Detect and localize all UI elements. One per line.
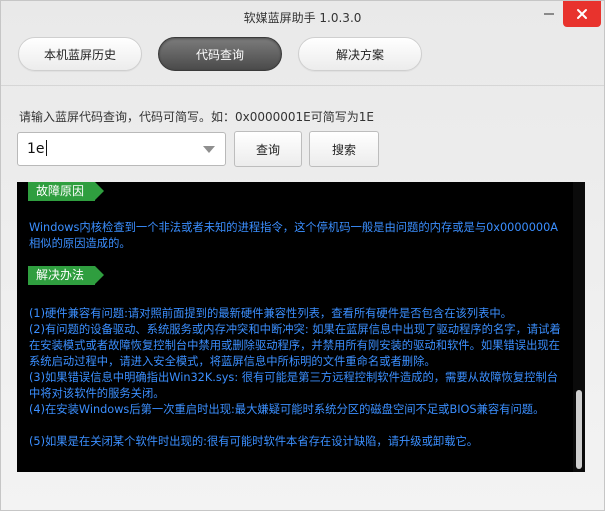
scrollbar-thumb[interactable] <box>576 390 582 469</box>
app-window: 软媒蓝屏助手 1.0.3.0 本机蓝屏历史 代码查询 解决方案 请输入蓝屏代码查… <box>0 0 605 511</box>
minimize-button[interactable] <box>538 1 560 27</box>
tab-solutions[interactable]: 解决方案 <box>298 37 422 71</box>
result-scrollbar[interactable] <box>573 182 585 472</box>
solution-item: (4)在安装Windows后第一次重启时出现:最大嫌疑可能时系统分区的磁盘空间不… <box>29 403 545 416</box>
title-bar[interactable]: 软媒蓝屏助手 1.0.3.0 <box>1 1 604 35</box>
solution-item: (5)如果是在关闭某个软件时出现的:很有可能时软件本省存在设计缺陷，请升级或卸载… <box>29 435 479 448</box>
chevron-down-icon[interactable] <box>203 146 215 153</box>
solution-tag: 解决办法 <box>28 266 104 285</box>
cause-text: Windows内核检查到一个非法或者未知的进程指令，这个停机码一般是由问题的内存… <box>29 221 559 250</box>
tab-local-history[interactable]: 本机蓝屏历史 <box>18 37 142 71</box>
code-input-combo[interactable]: 1e <box>17 132 226 166</box>
minimize-icon <box>544 13 554 15</box>
query-hint: 请输入蓝屏代码查询，代码可简写。如：0x0000001E可简写为1E <box>19 110 374 124</box>
tab-bar: 本机蓝屏历史 代码查询 解决方案 <box>1 35 604 75</box>
result-panel: 故障原因 Windows内核检查到一个非法或者未知的进程指令，这个停机码一般是由… <box>17 182 585 472</box>
divider <box>1 85 604 86</box>
cause-tag: 故障原因 <box>28 182 104 201</box>
solution-item: (2)有问题的设备驱动、系统服务或内存冲突和中断冲突: 如果在蓝屏信息中出现了驱… <box>29 323 561 368</box>
close-icon <box>577 9 587 19</box>
code-input[interactable]: 1e <box>27 133 47 165</box>
tab-code-query[interactable]: 代码查询 <box>158 37 282 71</box>
query-button[interactable]: 查询 <box>234 131 302 167</box>
search-button[interactable]: 搜索 <box>309 131 379 167</box>
text-caret <box>45 140 47 156</box>
solution-item: (3)如果错误信息中明确指出Win32K.sys: 很有可能是第三方远程控制软件… <box>29 371 559 400</box>
code-input-value: 1e <box>27 141 45 157</box>
window-title: 软媒蓝屏助手 1.0.3.0 <box>243 11 362 25</box>
solution-item: (1)硬件兼容有问题:请对照前面提到的最新硬件兼容性列表，查看所有硬件是否包含在… <box>29 307 512 320</box>
close-button[interactable] <box>563 1 601 27</box>
result-content: 故障原因 Windows内核检查到一个非法或者未知的进程指令，这个停机码一般是由… <box>17 182 573 472</box>
